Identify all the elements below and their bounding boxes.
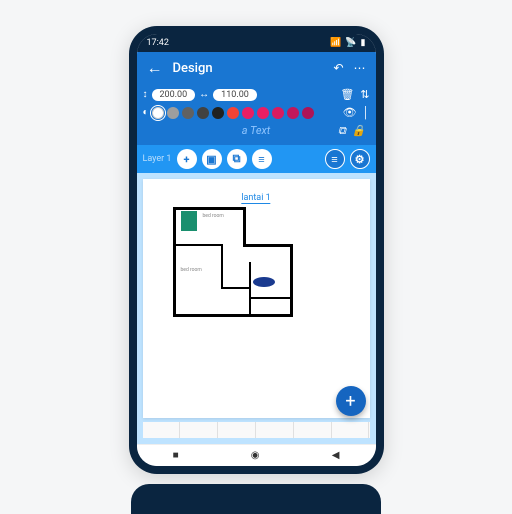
color-swatch[interactable]	[242, 107, 254, 119]
color-swatch[interactable]	[227, 107, 239, 119]
height-icon: ↕	[143, 89, 148, 100]
oval-furniture[interactable]	[253, 277, 275, 287]
nav-recent[interactable]: ■	[173, 450, 179, 461]
settings-button[interactable]: ⚙	[350, 149, 370, 169]
toolbar: ↕ 200.00 ↔ 110.00 🗑 ⇅ ◐ 👁 │ a Text	[137, 84, 376, 145]
move-icon[interactable]: ⇅	[360, 88, 369, 101]
color-swatch[interactable]	[287, 107, 299, 119]
status-time: 17:42	[147, 38, 169, 48]
app-header: ← Design ↶ ⋯	[137, 52, 376, 84]
copy-icon[interactable]: ⧉	[338, 124, 346, 138]
color-swatch[interactable]	[182, 107, 194, 119]
layer-bar: Layer 1 + ▣ ⧉ ≡ ≡ ⚙	[137, 145, 376, 173]
phone-frame: 17:42 📶 📡 ▮ ← Design ↶ ⋯ ↕ 200.00 ↔ 110.…	[129, 26, 384, 474]
color-swatch[interactable]	[197, 107, 209, 119]
color-palette: ◐ 👁 │	[143, 106, 370, 119]
line-icon[interactable]: │	[363, 106, 370, 119]
status-icons: 📶 📡 ▮	[330, 38, 365, 48]
layers-menu-button[interactable]: ≡	[325, 149, 345, 169]
width-input[interactable]: 110.00	[213, 89, 257, 101]
wifi-icon: 📡	[345, 38, 356, 48]
layer-label[interactable]: Layer 1	[143, 154, 172, 164]
undo-icon[interactable]: ↶	[333, 61, 343, 75]
text-placeholder-row: a Text ⧉ 🔒	[143, 124, 370, 137]
width-icon: ↔	[199, 89, 209, 100]
visibility-icon[interactable]: 👁	[343, 106, 357, 119]
battery-icon: ▮	[361, 38, 366, 48]
room-label: bed room	[181, 267, 202, 273]
crop-button[interactable]: ▣	[202, 149, 222, 169]
ruler	[143, 422, 370, 438]
color-swatch[interactable]	[167, 107, 179, 119]
back-icon[interactable]: ←	[147, 58, 163, 78]
signal-icon: 📶	[330, 38, 341, 48]
canvas-paper[interactable]: lantai 1 bed roo	[143, 179, 370, 418]
color-swatch[interactable]	[152, 107, 164, 119]
screen: 17:42 📶 📡 ▮ ← Design ↶ ⋯ ↕ 200.00 ↔ 110.…	[137, 34, 376, 466]
bed-furniture[interactable]	[181, 211, 197, 231]
android-nav: ■ ◉ ◀	[137, 444, 376, 466]
color-swatch[interactable]	[212, 107, 224, 119]
status-bar: 17:42 📶 📡 ▮	[137, 34, 376, 52]
fab-add-button[interactable]: +	[336, 386, 366, 416]
add-layer-button[interactable]: +	[177, 149, 197, 169]
lock-icon[interactable]: 🔒	[352, 124, 366, 138]
text-placeholder[interactable]: a Text	[242, 124, 271, 137]
more-icon[interactable]: ⋯	[354, 61, 366, 75]
floorplan[interactable]: bed room bed room	[173, 207, 293, 317]
color-swatch[interactable]	[302, 107, 314, 119]
second-phone-hint	[131, 484, 381, 514]
delete-icon[interactable]: 🗑	[340, 88, 354, 101]
room-label: bed room	[203, 213, 224, 219]
canvas-area[interactable]: lantai 1 bed roo	[137, 173, 376, 444]
height-input[interactable]: 200.00	[152, 89, 196, 101]
nav-back[interactable]: ◀	[332, 450, 340, 461]
layers-button[interactable]: ≡	[252, 149, 272, 169]
page-title: Design	[173, 61, 324, 76]
color-swatch[interactable]	[272, 107, 284, 119]
opacity-icon[interactable]: ◐	[143, 107, 149, 118]
nav-home[interactable]: ◉	[251, 450, 260, 461]
floorplan-title: lantai 1	[241, 193, 270, 204]
dimension-row: ↕ 200.00 ↔ 110.00 🗑 ⇅	[143, 88, 370, 101]
duplicate-button[interactable]: ⧉	[227, 149, 247, 169]
color-swatch[interactable]	[257, 107, 269, 119]
